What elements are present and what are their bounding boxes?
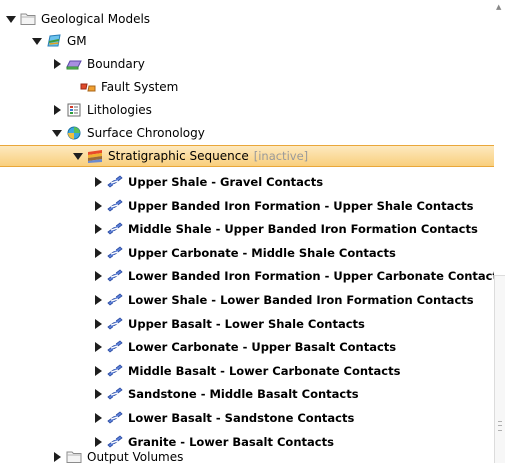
tree-item-gm[interactable]: GM	[0, 30, 494, 52]
collapse-arrow-icon[interactable]	[52, 452, 62, 462]
tree-item-label: Boundary	[87, 57, 145, 71]
contact-surface-icon	[107, 269, 123, 283]
tree-item-contact[interactable]: Upper Basalt - Lower Shale Contacts	[0, 313, 494, 335]
tree-item-label: Middle Basalt - Lower Carbonate Contacts	[128, 364, 401, 378]
tree-item-contact[interactable]: Middle Basalt - Lower Carbonate Contacts	[0, 360, 494, 382]
tree-item-label: Lithologies	[87, 103, 152, 117]
tree-item-contact[interactable]: Lower Carbonate - Upper Basalt Contacts	[0, 336, 494, 358]
tree-item-label: Lower Basalt - Sandstone Contacts	[128, 411, 355, 425]
tree-item-contact[interactable]: Sandstone - Middle Basalt Contacts	[0, 383, 494, 405]
tree-item-label: Middle Shale - Upper Banded Iron Formati…	[128, 222, 478, 236]
tree-item-fault-system[interactable]: Fault System	[0, 76, 494, 98]
contact-surface-icon	[107, 175, 123, 189]
folder-icon	[20, 12, 36, 26]
tree-item-label: Surface Chronology	[87, 126, 205, 140]
collapse-arrow-icon[interactable]	[93, 271, 103, 281]
tree-item-contact[interactable]: Middle Shale - Upper Banded Iron Formati…	[0, 218, 494, 240]
tree-item-geological-models[interactable]: Geological Models	[0, 8, 494, 30]
tree-item-label: Upper Banded Iron Formation - Upper Shal…	[128, 199, 474, 213]
collapse-arrow-icon[interactable]	[93, 224, 103, 234]
tree-item-contact[interactable]: Lower Banded Iron Formation - Upper Carb…	[0, 265, 505, 287]
tree-item-label: Lower Banded Iron Formation - Upper Carb…	[128, 269, 505, 283]
tree-item-label: Upper Shale - Gravel Contacts	[128, 175, 324, 189]
scrollbar-thumb[interactable]	[494, 275, 505, 463]
collapse-arrow-icon[interactable]	[93, 342, 103, 352]
folder-icon	[66, 450, 82, 464]
tree-item-label: Upper Carbonate - Middle Shale Contacts	[128, 246, 396, 260]
lithologies-icon	[66, 103, 82, 117]
tree-item-stratigraphic-sequence[interactable]: Stratigraphic Sequence [inactive]	[0, 145, 494, 167]
collapse-arrow-icon[interactable]	[93, 319, 103, 329]
fault-system-icon	[80, 80, 96, 94]
tree-item-contact[interactable]: Lower Shale - Lower Banded Iron Formatio…	[0, 289, 494, 311]
tree-item-label: Output Volumes	[87, 450, 184, 464]
tree-item-lithologies[interactable]: Lithologies	[0, 99, 494, 121]
contact-surface-icon	[107, 199, 123, 213]
collapse-arrow-icon[interactable]	[93, 201, 103, 211]
contact-surface-icon	[107, 364, 123, 378]
stratigraphy-icon	[87, 149, 103, 163]
project-tree: Geological Models GM Boundary Fault Syst…	[0, 0, 505, 464]
contact-surface-icon	[107, 387, 123, 401]
tree-item-label: Stratigraphic Sequence	[108, 149, 249, 163]
collapse-arrow-icon[interactable]	[93, 248, 103, 258]
boundary-icon	[66, 57, 82, 71]
tree-item-label: Fault System	[101, 80, 179, 94]
tree-item-contact[interactable]: Upper Shale - Gravel Contacts	[0, 171, 494, 193]
collapse-arrow-icon[interactable]	[93, 413, 103, 423]
status-label: [inactive]	[253, 149, 309, 163]
collapse-arrow-icon[interactable]	[52, 105, 62, 115]
contact-surface-icon	[107, 411, 123, 425]
collapse-arrow-icon[interactable]	[93, 295, 103, 305]
collapse-arrow-icon[interactable]	[93, 389, 103, 399]
tree-item-label: Sandstone - Middle Basalt Contacts	[128, 387, 359, 401]
tree-item-label: Upper Basalt - Lower Shale Contacts	[128, 317, 365, 331]
tree-item-label: GM	[67, 34, 87, 48]
tree-item-label: Lower Carbonate - Upper Basalt Contacts	[128, 340, 397, 354]
scroll-up-arrow-icon[interactable]: ▲	[496, 4, 501, 11]
geomodel-icon	[46, 34, 62, 48]
tree-item-label: Lower Shale - Lower Banded Iron Formatio…	[128, 293, 474, 307]
tree-item-contact[interactable]: Upper Banded Iron Formation - Upper Shal…	[0, 195, 494, 217]
tree-item-label: Geological Models	[41, 12, 151, 26]
chronology-icon	[66, 126, 82, 140]
expand-arrow-icon[interactable]	[73, 151, 83, 161]
expand-arrow-icon[interactable]	[32, 36, 42, 46]
expand-arrow-icon[interactable]	[52, 128, 62, 138]
tree-item-contact[interactable]: Lower Basalt - Sandstone Contacts	[0, 407, 494, 429]
contact-surface-icon	[107, 246, 123, 260]
contact-surface-icon	[107, 293, 123, 307]
expand-arrow-icon[interactable]	[6, 14, 16, 24]
contact-surface-icon	[107, 222, 123, 236]
contact-surface-icon	[107, 340, 123, 354]
collapse-arrow-icon[interactable]	[52, 59, 62, 69]
contact-surface-icon	[107, 317, 123, 331]
vertical-scrollbar[interactable]: ▲	[494, 0, 505, 463]
tree-item-boundary[interactable]: Boundary	[0, 53, 494, 75]
tree-item-surface-chronology[interactable]: Surface Chronology	[0, 122, 494, 144]
collapse-arrow-icon[interactable]	[93, 366, 103, 376]
collapse-arrow-icon[interactable]	[93, 177, 103, 187]
grip-icon	[498, 421, 502, 431]
tree-item-output-volumes[interactable]: Output Volumes	[0, 446, 494, 468]
tree-item-contact[interactable]: Upper Carbonate - Middle Shale Contacts	[0, 242, 494, 264]
